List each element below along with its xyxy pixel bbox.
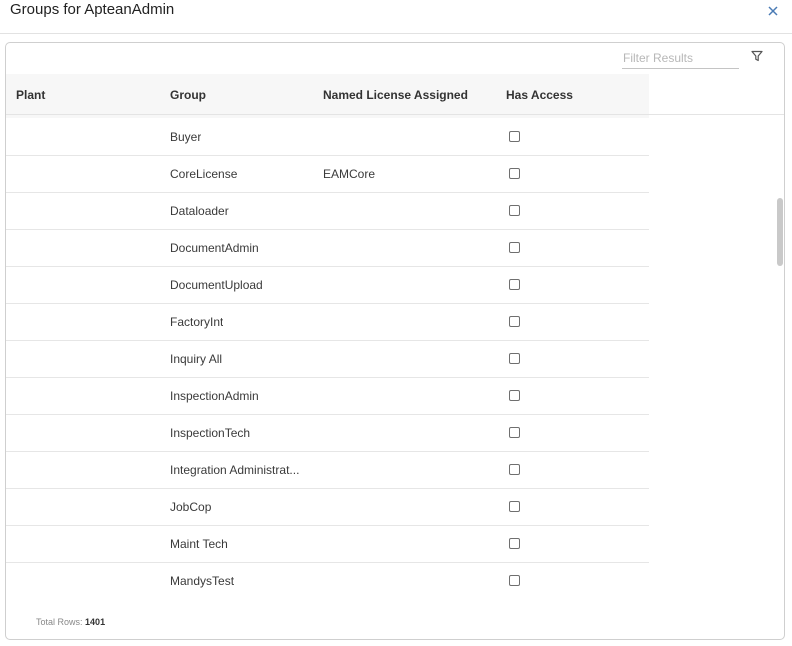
table-row: DocumentAdmin bbox=[6, 230, 649, 267]
cell-group: Integration Administrat... bbox=[170, 463, 300, 477]
close-button[interactable] bbox=[760, 0, 786, 22]
cell-license: EAMCore bbox=[323, 167, 376, 181]
cell-group: Buyer bbox=[170, 130, 202, 144]
cell-group: FactoryInt bbox=[170, 315, 224, 329]
cell-group: JobCop bbox=[170, 500, 212, 514]
has-access-checkbox[interactable] bbox=[509, 279, 520, 290]
cell-group: Dataloader bbox=[170, 204, 229, 218]
scrollbar-thumb[interactable] bbox=[777, 198, 783, 266]
table-row: Dataloader bbox=[6, 193, 649, 230]
has-access-checkbox[interactable] bbox=[509, 538, 520, 549]
column-header-plant[interactable]: Plant bbox=[16, 88, 45, 102]
has-access-checkbox[interactable] bbox=[509, 168, 520, 179]
cell-group: Inquiry All bbox=[170, 352, 223, 366]
filter-icon[interactable] bbox=[750, 49, 766, 65]
total-rows-value: 1401 bbox=[85, 617, 106, 627]
table-body: Buyer CoreLicense EAMCore Dataloader Documen… bbox=[6, 119, 649, 599]
cell-group: Maint Tech bbox=[170, 537, 228, 551]
column-header-group[interactable]: Group bbox=[170, 88, 206, 102]
column-header-has-access[interactable]: Has Access bbox=[506, 88, 573, 102]
has-access-checkbox[interactable] bbox=[509, 427, 520, 438]
filter-input[interactable] bbox=[622, 48, 739, 69]
has-access-checkbox[interactable] bbox=[509, 205, 520, 216]
close-icon bbox=[768, 6, 778, 16]
table-row: Maint Tech bbox=[6, 526, 649, 563]
table-row: CoreLicense EAMCore bbox=[6, 156, 649, 193]
groups-panel: Plant Group Named License Assigned Has A… bbox=[5, 42, 785, 640]
table-row: Integration Administrat... bbox=[6, 452, 649, 489]
table-row: InspectionAdmin bbox=[6, 378, 649, 415]
table-row: InspectionTech bbox=[6, 415, 649, 452]
cell-group: MandysTest bbox=[170, 574, 235, 588]
table-row: FactoryInt bbox=[6, 304, 649, 341]
table-row: JobCop bbox=[6, 489, 649, 526]
has-access-checkbox[interactable] bbox=[509, 501, 520, 512]
scrollbar[interactable] bbox=[777, 116, 784, 631]
table-row: MandysTest bbox=[6, 563, 649, 599]
total-rows-label: Total Rows: bbox=[36, 617, 83, 627]
total-rows: Total Rows: 1401 bbox=[36, 617, 105, 627]
table-row: Inquiry All bbox=[6, 341, 649, 378]
has-access-checkbox[interactable] bbox=[509, 131, 520, 142]
table-header: Plant Group Named License Assigned Has A… bbox=[6, 74, 649, 118]
has-access-checkbox[interactable] bbox=[509, 464, 520, 475]
has-access-checkbox[interactable] bbox=[509, 316, 520, 327]
has-access-checkbox[interactable] bbox=[509, 242, 520, 253]
cell-group: InspectionTech bbox=[170, 426, 251, 440]
has-access-checkbox[interactable] bbox=[509, 353, 520, 364]
column-header-license[interactable]: Named License Assigned bbox=[323, 88, 468, 102]
has-access-checkbox[interactable] bbox=[509, 390, 520, 401]
title-divider bbox=[0, 33, 792, 34]
dialog-title: Groups for ApteanAdmin bbox=[10, 1, 175, 18]
has-access-checkbox[interactable] bbox=[509, 575, 520, 586]
header-divider bbox=[6, 114, 784, 115]
cell-group: CoreLicense bbox=[170, 167, 238, 181]
cell-group: InspectionAdmin bbox=[170, 389, 259, 403]
table-row: DocumentUpload bbox=[6, 267, 649, 304]
cell-group: DocumentUpload bbox=[170, 278, 263, 292]
cell-group: DocumentAdmin bbox=[170, 241, 259, 255]
table-row: Buyer bbox=[6, 119, 649, 156]
